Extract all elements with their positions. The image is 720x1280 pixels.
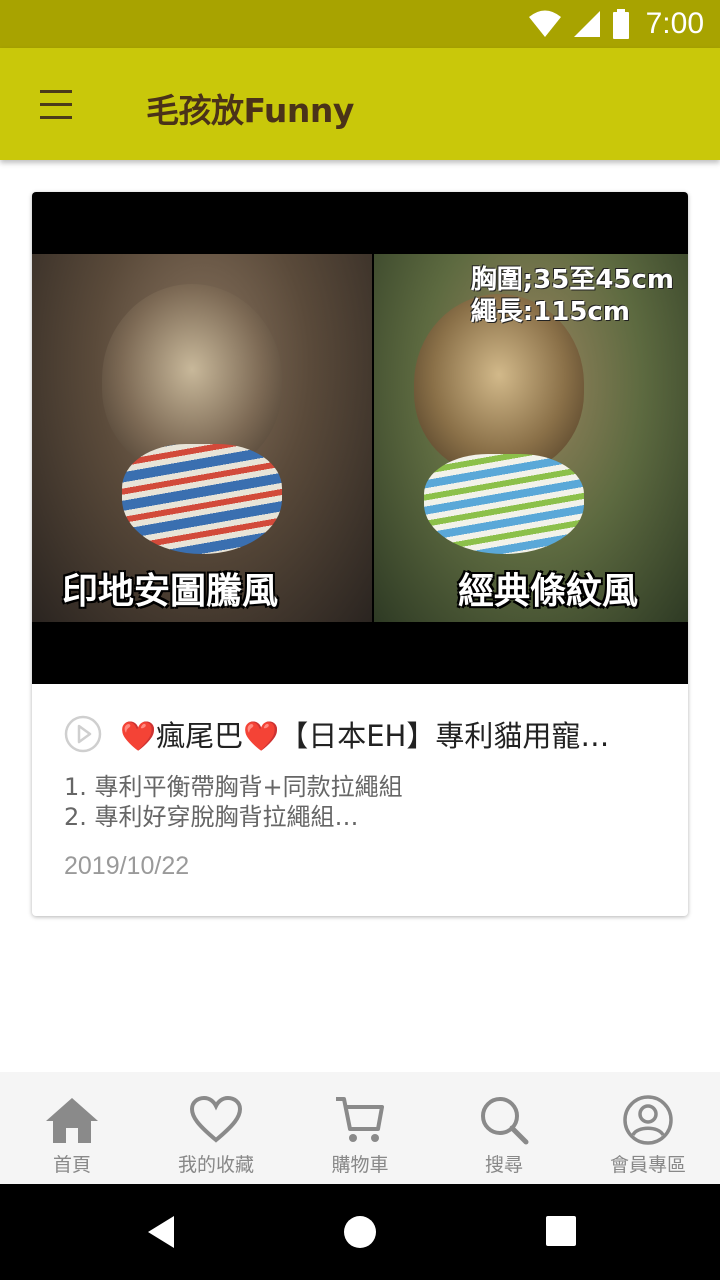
nav-label-favorites: 我的收藏 xyxy=(177,1154,254,1176)
photo-stripe-style: 胸圍;35至45cm 繩長:115cm 經典條紋風 xyxy=(374,254,688,622)
cart-icon xyxy=(332,1094,388,1146)
image-caption-right: 經典條紋風 xyxy=(458,571,639,612)
wifi-icon xyxy=(528,10,561,37)
card-title: ❤️瘋尾巴❤️【日本EH】專利貓用寵… xyxy=(120,719,610,753)
menu-button[interactable] xyxy=(32,78,80,130)
harness-illustration xyxy=(122,444,282,554)
home-button-icon[interactable] xyxy=(340,1212,380,1252)
app-title: 毛孩放Funny xyxy=(146,91,354,130)
nav-item-search[interactable]: 搜尋 xyxy=(432,1072,576,1184)
card-description: 1. 專利平衡帶胸背+同款拉繩組 2. 專利好穿脫胸背拉繩組… xyxy=(64,772,664,832)
account-icon xyxy=(620,1094,676,1146)
status-icons: 7:00 xyxy=(528,0,704,48)
nav-item-favorites[interactable]: 我的收藏 xyxy=(144,1072,288,1184)
menu-icon-bar xyxy=(40,115,72,119)
harness-illustration xyxy=(424,454,584,554)
nav-item-cart[interactable]: 購物車 xyxy=(288,1072,432,1184)
photo-indian-style: 印地安圖騰風 xyxy=(32,254,372,622)
image-caption-left: 印地安圖騰風 xyxy=(62,571,279,612)
product-image[interactable]: 印地安圖騰風 胸圍;35至45cm 繩長:115cm 經典條紋風 xyxy=(32,192,688,684)
card-date: 2019/10/22 xyxy=(64,852,190,880)
app-bar: 毛孩放Funny xyxy=(0,48,720,160)
nav-label-cart: 購物車 xyxy=(331,1154,389,1176)
card-title-row[interactable]: ❤️瘋尾巴❤️【日本EH】專利貓用寵… xyxy=(64,712,664,756)
search-icon xyxy=(476,1094,532,1146)
menu-icon-bar xyxy=(40,102,72,106)
play-circle-icon xyxy=(64,715,102,753)
nav-item-home[interactable]: 首頁 xyxy=(0,1072,144,1184)
image-spec-line: 胸圍;35至45cm xyxy=(470,265,674,295)
status-bar: 7:00 xyxy=(0,0,720,48)
card-body: ❤️瘋尾巴❤️【日本EH】專利貓用寵… 1. 專利平衡帶胸背+同款拉繩組 2. … xyxy=(32,684,688,916)
recents-icon[interactable] xyxy=(542,1212,582,1252)
card-description-line: 1. 專利平衡帶胸背+同款拉繩組 xyxy=(64,773,403,801)
system-navigation-bar xyxy=(0,1184,720,1280)
nav-label-home: 首頁 xyxy=(52,1154,91,1176)
bottom-navigation: 首頁 我的收藏 購物車 搜尋 會員專區 xyxy=(0,1072,720,1184)
battery-icon xyxy=(612,9,629,39)
content-area: 印地安圖騰風 胸圍;35至45cm 繩長:115cm 經典條紋風 ❤️瘋尾巴❤️… xyxy=(0,160,720,1072)
nav-label-account: 會員專區 xyxy=(609,1154,686,1176)
home-icon xyxy=(44,1094,100,1146)
card-description-line: 2. 專利好穿脫胸背拉繩組… xyxy=(64,803,359,831)
cell-signal-icon xyxy=(573,11,600,37)
heart-icon xyxy=(188,1094,244,1146)
menu-icon-bar xyxy=(40,89,72,93)
back-icon[interactable] xyxy=(142,1212,182,1252)
status-time: 7:00 xyxy=(645,7,704,40)
image-spec-line: 繩長:115cm xyxy=(470,297,630,327)
product-card[interactable]: 印地安圖騰風 胸圍;35至45cm 繩長:115cm 經典條紋風 ❤️瘋尾巴❤️… xyxy=(32,192,688,916)
image-spec-text: 胸圍;35至45cm 繩長:115cm xyxy=(471,264,674,328)
nav-item-account[interactable]: 會員專區 xyxy=(576,1072,720,1184)
nav-label-search: 搜尋 xyxy=(484,1154,523,1176)
